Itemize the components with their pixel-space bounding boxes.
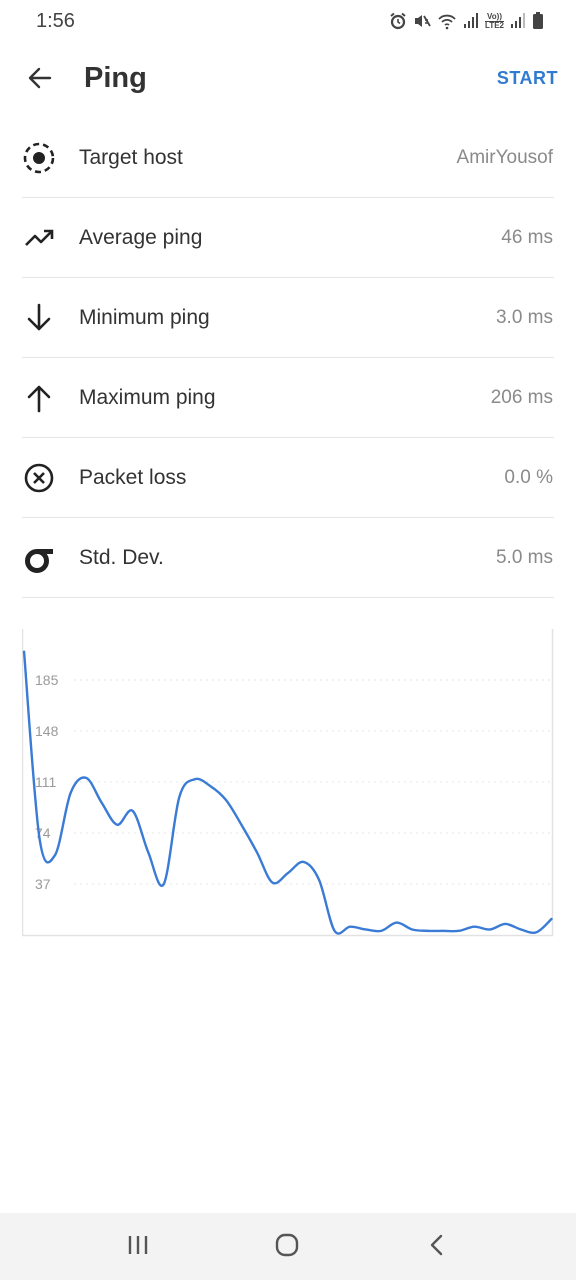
ping-data-point <box>38 837 41 840</box>
ping-data-point <box>504 923 507 925</box>
ping-data-point <box>473 926 475 928</box>
ping-data-point <box>116 824 118 826</box>
ping-data-point <box>489 928 491 931</box>
mute-icon <box>413 12 431 30</box>
row-target-host[interactable]: Target host AmirYousof <box>22 118 554 198</box>
ping-data-point <box>551 917 553 920</box>
volte-lte2-icon: Vo)) LTE2 <box>485 11 504 30</box>
row-value: 0.0 % <box>504 466 553 488</box>
lte2-label: LTE2 <box>485 20 504 30</box>
ping-data-point <box>54 854 56 856</box>
row-label: Target host <box>79 145 183 169</box>
y-tick-label: 111 <box>35 774 56 790</box>
ping-data-point <box>69 792 72 794</box>
target-icon <box>22 141 56 175</box>
row-std-dev[interactable]: Std. Dev. 5.0 ms <box>22 518 554 598</box>
ping-data-point <box>101 802 103 804</box>
ping-data-point <box>209 785 211 787</box>
y-tick-label: 37 <box>35 876 51 892</box>
wifi-icon <box>437 12 457 30</box>
row-value: 206 ms <box>490 386 553 408</box>
signal-icon <box>510 12 526 30</box>
row-average-ping[interactable]: Average ping 46 ms <box>22 198 554 278</box>
ping-stats-list: Target host AmirYousof Average ping 46 m… <box>22 118 554 598</box>
ping-data-point <box>535 931 538 933</box>
app-bar: Ping START <box>0 52 576 108</box>
ping-data-point <box>302 861 305 863</box>
back-icon <box>427 1233 447 1262</box>
ping-chart-svg: 3774111148185 <box>22 629 554 937</box>
trending-up-icon <box>22 221 56 255</box>
signal-icon <box>463 12 479 30</box>
arrow-back-icon <box>26 64 54 97</box>
arrow-down-icon <box>22 301 56 335</box>
ping-data-point <box>271 882 274 884</box>
back-button[interactable] <box>20 60 60 100</box>
row-label: Minimum ping <box>79 305 210 329</box>
ping-data-point <box>23 650 25 652</box>
row-packet-loss[interactable]: Packet loss 0.0 % <box>22 438 554 518</box>
ping-data-point <box>287 872 289 874</box>
back-nav-button[interactable] <box>417 1231 457 1263</box>
y-tick-label: 185 <box>35 672 59 688</box>
ping-data-point <box>333 930 336 932</box>
row-label: Packet loss <box>79 465 187 489</box>
ping-data-point <box>178 796 180 798</box>
ping-data-point <box>225 799 227 801</box>
ping-data-point <box>132 810 134 812</box>
cancel-circle-icon <box>22 461 56 495</box>
row-value: AmirYousof <box>456 146 553 168</box>
navigation-bar <box>0 1213 576 1280</box>
row-maximum-ping[interactable]: Maximum ping 206 ms <box>22 358 554 438</box>
chart-frame <box>22 629 554 937</box>
row-label: Average ping <box>79 225 203 249</box>
ping-data-point <box>194 778 196 780</box>
ping-data-point <box>365 928 367 931</box>
recent-apps-icon <box>126 1234 150 1261</box>
ping-data-point <box>411 928 413 931</box>
ping-data-point <box>442 930 444 932</box>
y-tick-label: 148 <box>35 723 59 739</box>
home-icon <box>274 1232 300 1263</box>
ping-data-point <box>318 879 320 881</box>
row-minimum-ping[interactable]: Minimum ping 3.0 ms <box>22 278 554 358</box>
ping-data-point <box>396 921 398 924</box>
home-button[interactable] <box>267 1231 307 1263</box>
ping-data-point <box>458 930 460 932</box>
row-label: Maximum ping <box>79 385 216 409</box>
ping-chart: 37 74 111 148 185 <box>22 629 554 937</box>
ping-data-point <box>240 824 243 826</box>
ping-data-point <box>520 928 522 931</box>
row-value: 46 ms <box>501 226 553 248</box>
volte-label: Vo)) <box>487 11 502 21</box>
ping-data-point <box>256 851 258 853</box>
ping-data-point <box>427 930 429 932</box>
arrow-up-icon <box>22 381 56 415</box>
row-label: Std. Dev. <box>79 545 164 569</box>
battery-icon <box>532 12 544 30</box>
ping-data-point <box>163 883 165 885</box>
status-bar: 1:56 Vo)) LTE2 <box>0 0 576 44</box>
recent-apps-button[interactable] <box>118 1231 158 1263</box>
alarm-icon <box>389 12 407 30</box>
ping-data-point <box>147 851 149 853</box>
ping-data-point <box>349 926 351 928</box>
start-button[interactable]: START <box>497 68 558 89</box>
status-time: 1:56 <box>36 10 75 32</box>
status-icons: Vo)) LTE2 <box>389 10 544 32</box>
row-value: 3.0 ms <box>495 306 553 328</box>
ping-series-line <box>22 650 553 935</box>
row-value: 5.0 ms <box>495 546 553 568</box>
sigma-icon <box>22 541 56 575</box>
page-title: Ping <box>84 62 147 94</box>
ping-data-point <box>380 930 382 932</box>
ping-data-point <box>85 777 87 779</box>
